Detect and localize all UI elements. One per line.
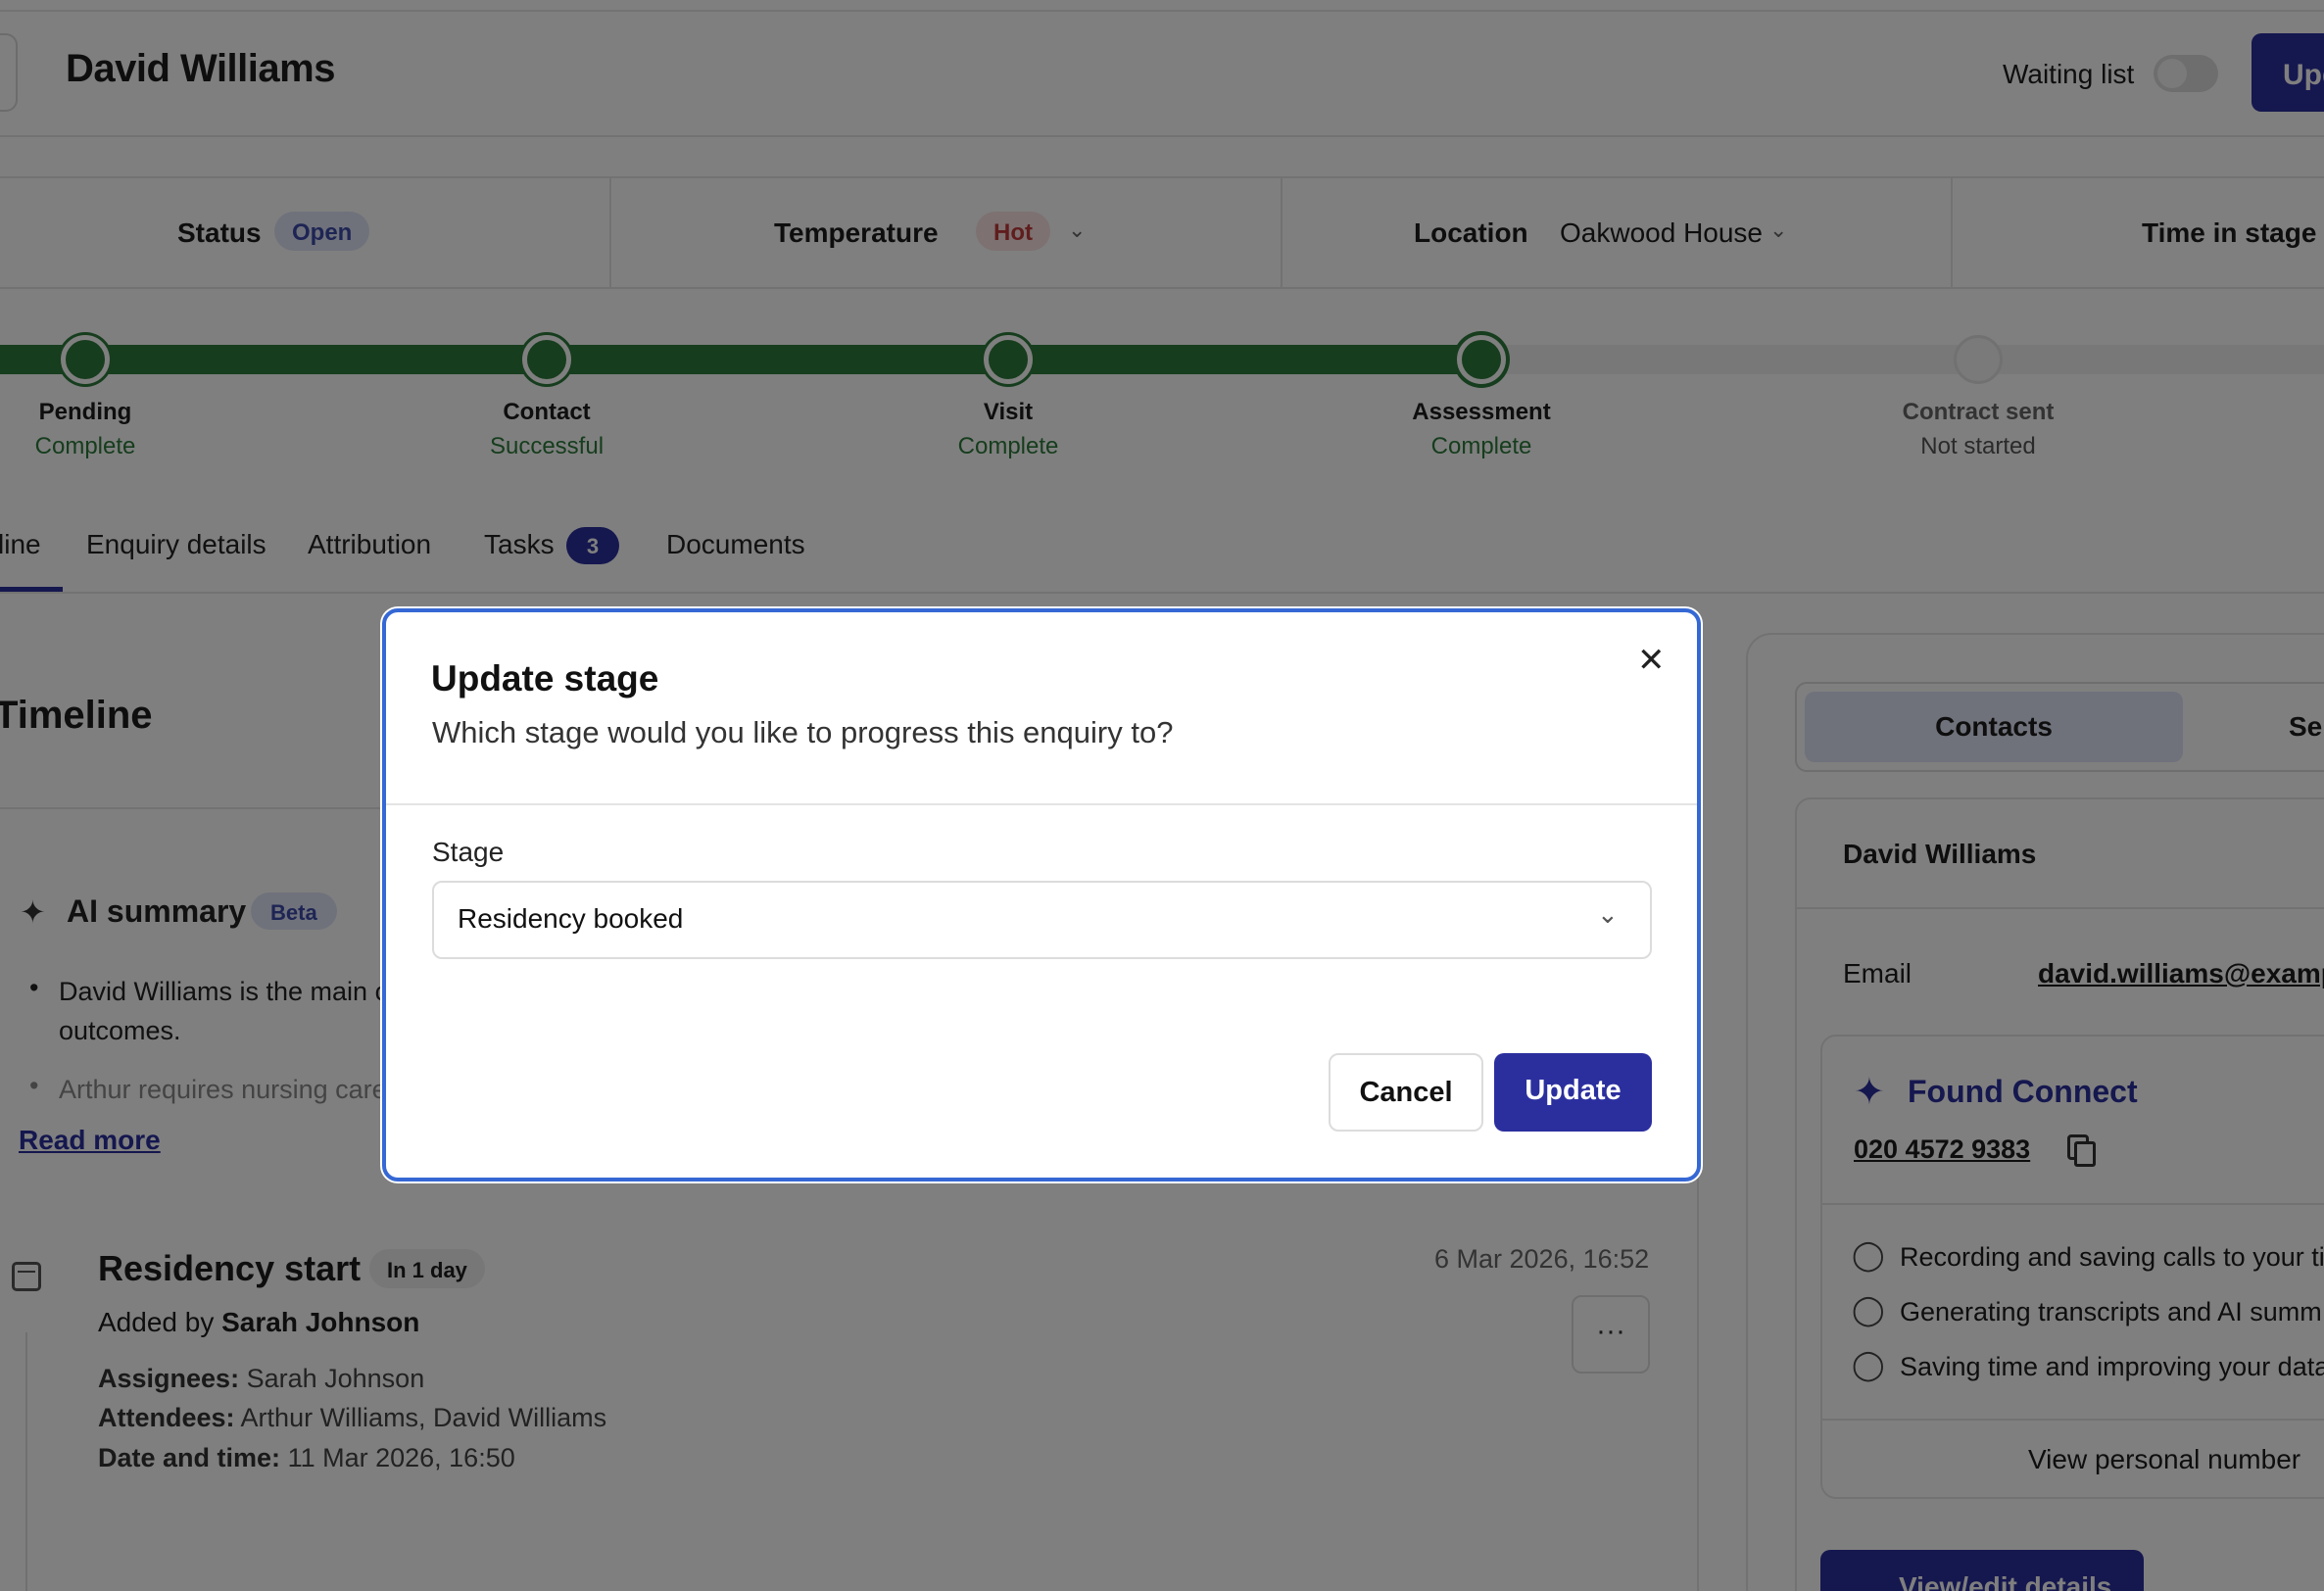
- dialog-title: Update stage: [431, 658, 659, 699]
- dialog-subtitle: Which stage would you like to progress t…: [432, 715, 1174, 749]
- update-button[interactable]: Update: [1494, 1053, 1652, 1132]
- dialog-divider: [386, 803, 1697, 805]
- stage-select-value[interactable]: Residency booked: [458, 903, 683, 935]
- close-icon[interactable]: ✕: [1637, 641, 1667, 680]
- chevron-down-icon[interactable]: ⌄: [1597, 899, 1619, 930]
- stage-field-label: Stage: [432, 837, 505, 867]
- cancel-button[interactable]: Cancel: [1329, 1053, 1483, 1132]
- enquiry-page: David Williams Waiting list Upd Status O…: [0, 0, 2324, 1591]
